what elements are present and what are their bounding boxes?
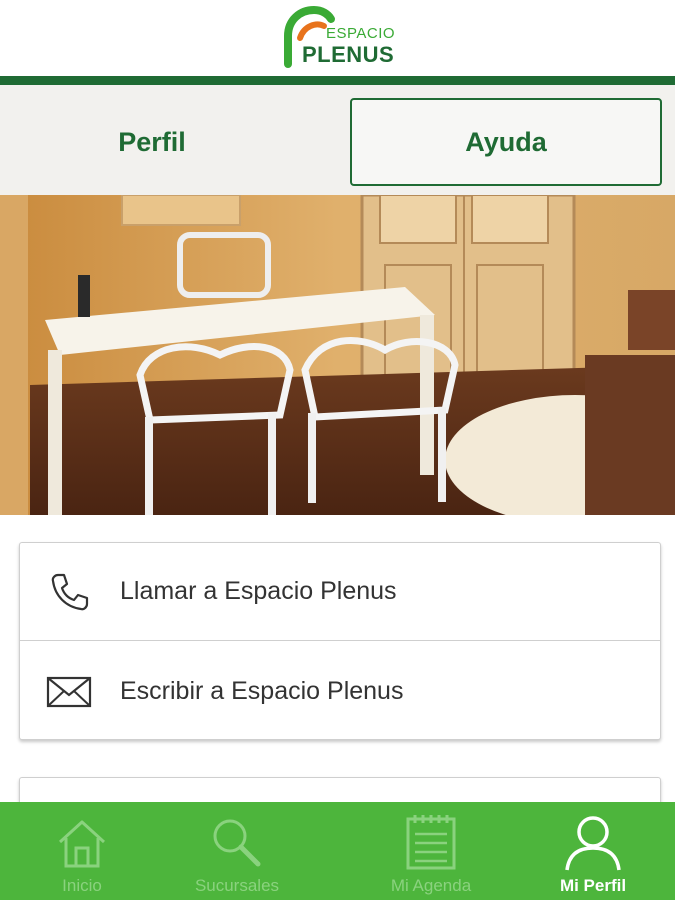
header-divider xyxy=(0,76,675,85)
tab-ayuda[interactable]: Ayuda xyxy=(350,98,662,186)
write-label: Escribir a Espacio Plenus xyxy=(120,676,404,705)
call-espacio-plenus-row[interactable]: Llamar a Espacio Plenus xyxy=(20,543,660,641)
nav-sucursales-label: Sucursales xyxy=(194,876,280,895)
nav-mi-agenda-label: Mi Agenda xyxy=(390,876,472,895)
espacio-plenus-logo: ESPACIO PLENUS xyxy=(278,2,398,72)
search-icon xyxy=(213,819,261,867)
agenda-icon xyxy=(406,815,456,870)
office-photo xyxy=(0,195,675,515)
nav-item-mi-agenda[interactable]: Mi Agenda xyxy=(378,802,484,900)
phone-icon xyxy=(51,573,89,611)
tab-ayuda-label: Ayuda xyxy=(465,126,547,157)
bottom-navigation: Inicio Sucursales Mi Agenda Mi Perfil xyxy=(0,802,675,900)
home-icon xyxy=(58,820,106,868)
write-espacio-plenus-row[interactable]: Escribir a Espacio Plenus xyxy=(20,642,660,740)
envelope-icon xyxy=(46,676,92,708)
tab-perfil-label: Perfil xyxy=(118,126,186,157)
logo-plenus-text: PLENUS xyxy=(302,42,395,67)
logo-espacio-text: ESPACIO xyxy=(326,25,396,42)
call-label: Llamar a Espacio Plenus xyxy=(120,577,397,605)
contact-card: Llamar a Espacio Plenus Escribir a Espac… xyxy=(19,542,661,740)
profile-icon xyxy=(565,816,621,871)
nav-item-inicio[interactable]: Inicio xyxy=(30,802,134,900)
nav-inicio-label: Inicio xyxy=(62,876,102,895)
nav-item-mi-perfil[interactable]: Mi Perfil xyxy=(546,802,640,900)
app-header: ESPACIO PLENUS xyxy=(0,0,675,76)
tab-perfil[interactable]: Perfil xyxy=(14,98,290,186)
nav-item-sucursales[interactable]: Sucursales xyxy=(180,802,294,900)
tab-bar: Perfil Ayuda xyxy=(0,85,675,195)
nav-mi-perfil-label: Mi Perfil xyxy=(559,876,627,895)
